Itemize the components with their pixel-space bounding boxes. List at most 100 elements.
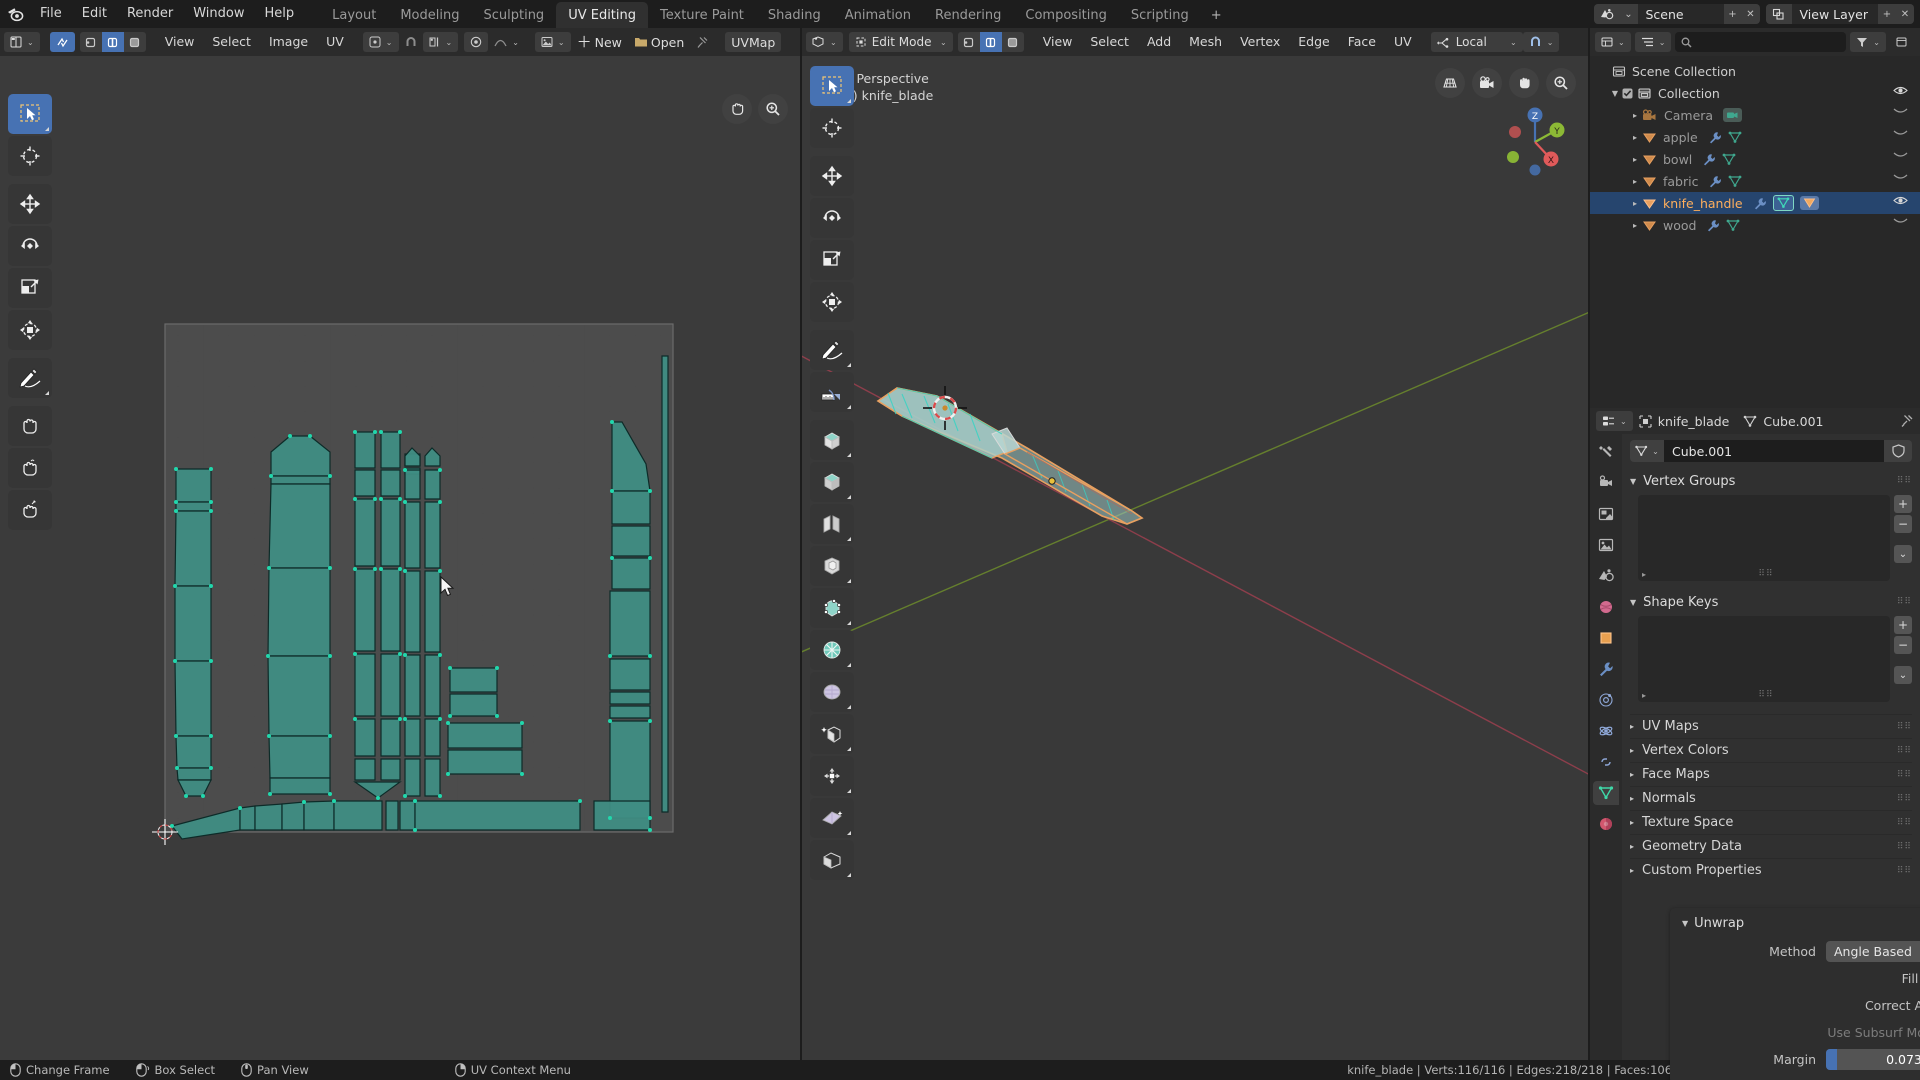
outliner-row-knife-handle[interactable]: ▸ knife_handle [1590,192,1920,214]
outliner-display-mode-selector[interactable]: ⌄ [1634,32,1672,52]
v3d-tool-annotate[interactable] [810,330,854,370]
v3d-menu-mesh[interactable]: Mesh [1180,32,1231,52]
expand-icon[interactable]: ▸ [1628,133,1642,142]
vertex-groups-list[interactable]: ▸ ⠿⠿ [1638,495,1890,581]
mesh-datablock-name[interactable]: Cube.001 [1664,440,1884,462]
properties-tab-view-layer[interactable] [1593,533,1619,557]
unwrap-method-dropdown[interactable]: Angle Based ⌄ [1826,940,1920,962]
v3d-tool-loop-cut[interactable] [810,630,854,670]
expand-icon[interactable]: ▸ [1642,570,1646,579]
outliner-row-scene-collection[interactable]: Scene Collection [1590,60,1920,82]
properties-tab-particles[interactable] [1593,688,1619,712]
mesh-data-icon[interactable] [1728,175,1742,188]
shape-key-specials-menu[interactable]: ⌄ [1894,666,1912,684]
uv-proportional-edit-toggle[interactable] [464,32,489,52]
v3d-snap-toggle[interactable]: ⌄ [1522,32,1560,52]
panel-normals-header[interactable]: ▸ Normals ⠿⠿ [1630,786,1912,810]
tab-add-workspace[interactable]: + [1201,2,1232,28]
tab-rendering[interactable]: Rendering [923,2,1013,28]
tab-uv-editing[interactable]: UV Editing [556,2,649,28]
properties-tab-material[interactable] [1593,812,1619,836]
mesh-data-icon[interactable] [1728,131,1742,144]
outliner-editor-type-selector[interactable]: ⌄ [1595,32,1631,52]
panel-face-maps-header[interactable]: ▸ Face Maps ⠿⠿ [1630,762,1912,786]
tab-sculpting[interactable]: Sculpting [471,2,556,28]
unwrap-panel-header[interactable]: ▼ Unwrap [1680,914,1920,939]
outliner-row-apple[interactable]: ▸ apple [1590,126,1920,148]
mesh-datablock-browse[interactable]: ⌄ [1630,440,1664,462]
v3d-tool-shrink-fatten[interactable] [810,840,854,880]
shape-key-remove-button[interactable]: − [1894,636,1912,654]
grid-view-icon[interactable] [1435,68,1465,98]
vertex-group-specials-menu[interactable]: ⌄ [1894,545,1912,563]
v3d-menu-view[interactable]: View [1034,32,1082,52]
expand-icon[interactable]: ▸ [1642,691,1646,700]
menu-file[interactable]: File [30,3,72,25]
properties-tab-object-data[interactable] [1593,781,1619,805]
tab-layout[interactable]: Layout [320,2,388,28]
panel-vertex-groups-header[interactable]: ▼ Vertex Groups ⠿⠿ [1630,470,1912,492]
uv-snap-magnet-toggle[interactable] [399,32,423,52]
select-mode-edge[interactable] [979,32,1002,52]
tab-shading[interactable]: Shading [756,2,833,28]
camera-data-icon[interactable] [1723,108,1743,122]
panel-shape-keys-header[interactable]: ▼ Shape Keys ⠿⠿ [1630,591,1912,613]
vertex-group-add-button[interactable]: + [1894,495,1912,513]
uv-tool-scale[interactable] [8,268,52,308]
v3d-tool-bevel[interactable] [810,588,854,628]
uv-tool-grab-brush[interactable] [8,406,52,446]
outliner-row-fabric[interactable]: ▸ fabric [1590,170,1920,192]
image-pin-button[interactable] [690,32,715,52]
unwrap-margin-slider[interactable]: 0.073 [1826,1048,1920,1070]
uv-canvas[interactable] [0,56,800,1080]
outliner-new-collection-button[interactable] [1890,32,1915,52]
v3d-tool-spin[interactable] [810,756,854,796]
v3d-menu-select[interactable]: Select [1081,32,1138,52]
v3d-tool-tweak[interactable] [810,66,854,106]
menu-help[interactable]: Help [255,3,305,25]
panel-geometry-data-header[interactable]: ▸ Geometry Data ⠿⠿ [1630,834,1912,858]
uv-tool-relax-brush[interactable] [8,448,52,488]
v3d-tool-inset-faces[interactable] [810,546,854,586]
uv-select-mode-group[interactable] [79,32,146,52]
uv-menu-select[interactable]: Select [203,32,260,52]
modifier-icon[interactable] [1708,131,1722,144]
v3d-menu-vertex[interactable]: Vertex [1231,32,1289,52]
menu-render[interactable]: Render [117,3,183,25]
panel-uv-maps-header[interactable]: ▸ UV Maps ⠿⠿ [1630,714,1912,738]
fake-user-shield-icon[interactable] [1884,440,1912,462]
uv-tool-move[interactable] [8,184,52,224]
visibility-eye-icon[interactable] [1893,85,1908,96]
v3d-menu-add[interactable]: Add [1138,32,1180,52]
outliner-row-wood[interactable]: ▸ wood [1590,214,1920,236]
properties-tab-render[interactable] [1593,471,1619,495]
uv-select-mode-face[interactable] [123,32,146,52]
visibility-eye-icon[interactable] [1893,195,1908,206]
menu-window[interactable]: Window [183,3,254,25]
properties-tab-physics[interactable] [1593,719,1619,743]
v3d-tool-move[interactable] [810,156,854,196]
panel-custom-properties-header[interactable]: ▸ Custom Properties ⠿⠿ [1630,858,1912,882]
scene-name[interactable]: Scene [1638,7,1724,22]
menu-edit[interactable]: Edit [72,3,117,25]
outliner-row-collection[interactable]: ▼ Collection [1590,82,1920,104]
mesh-select-mode-group[interactable] [957,32,1024,52]
uv-menu-image[interactable]: Image [260,32,317,52]
visibility-toggle-hidden[interactable] [1893,173,1908,182]
outliner-search-input[interactable] [1675,32,1847,52]
collection-checkbox[interactable] [1622,88,1633,99]
blender-logo-icon[interactable] [0,0,30,28]
panel-vertex-colors-header[interactable]: ▸ Vertex Colors ⠿⠿ [1630,738,1912,762]
uv-tool-rotate[interactable] [8,226,52,266]
mode-selector[interactable]: Edit Mode ⌄ [848,32,953,52]
v3d-tool-add-cube[interactable] [810,420,854,460]
outliner-row-bowl[interactable]: ▸ bowl [1590,148,1920,170]
v3d-editor-type-selector[interactable]: ⌄ [806,32,843,52]
properties-tab-scene[interactable] [1593,564,1619,588]
uv-tool-pinch-brush[interactable] [8,490,52,530]
image-browse-button[interactable]: ⌄ [534,32,571,52]
scene-new-button[interactable]: + [1723,4,1742,24]
navigation-gizmo[interactable]: Z Y X [1496,103,1574,181]
properties-tab-output[interactable] [1593,502,1619,526]
image-open-button[interactable]: Open [628,32,690,52]
